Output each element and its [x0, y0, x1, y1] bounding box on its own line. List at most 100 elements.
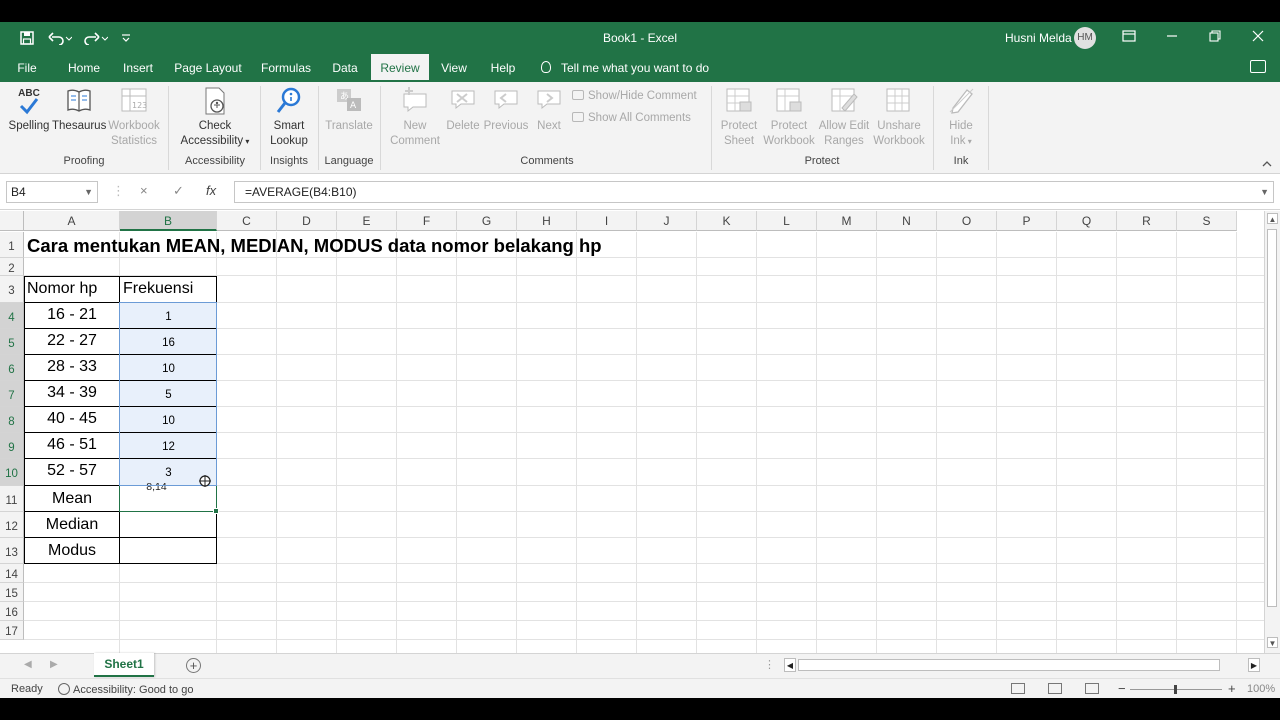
formula-input[interactable]: =AVERAGE(B4:B10) ▼: [234, 181, 1274, 203]
row-header-9[interactable]: 9: [0, 433, 24, 459]
workbook-statistics-button[interactable]: 123 Workbook Statistics: [106, 86, 162, 149]
column-header-s[interactable]: S: [1177, 211, 1237, 231]
column-header-g[interactable]: G: [457, 211, 517, 231]
show-hide-comment-button[interactable]: Show/Hide Comment: [572, 90, 697, 102]
row-header-17[interactable]: 17: [0, 621, 24, 640]
smart-lookup-button[interactable]: Smart Lookup: [264, 86, 314, 149]
hide-ink-button[interactable]: Hide Ink ▾: [940, 86, 982, 149]
page-break-view-icon[interactable]: [1085, 683, 1099, 694]
interval-cell[interactable]: 46 - 51: [24, 436, 120, 454]
prev-sheet-icon[interactable]: ◀: [24, 659, 32, 670]
previous-comment-button[interactable]: Previous: [482, 86, 530, 134]
column-header-k[interactable]: K: [697, 211, 757, 231]
stat-label-median[interactable]: Median: [24, 516, 120, 534]
add-sheet-icon[interactable]: +: [186, 658, 201, 673]
comments-pane-icon[interactable]: [1250, 60, 1266, 73]
scroll-left-icon[interactable]: ◀: [784, 658, 796, 672]
row-header-8[interactable]: 8: [0, 407, 24, 433]
user-name[interactable]: Husni Melda: [1005, 31, 1072, 45]
worksheet-grid[interactable]: A B C D E F G H I J K L M N O P Q R S 1 2 3 4 5 6 7 8 9 10 11 12 13 14 15…: [0, 211, 1264, 653]
column-header-j[interactable]: J: [637, 211, 697, 231]
scroll-down-icon[interactable]: ▼: [1267, 637, 1278, 648]
column-header-p[interactable]: P: [997, 211, 1057, 231]
check-accessibility-button[interactable]: Check Accessibility ▾: [174, 86, 256, 149]
sheet-title[interactable]: Cara mentukan MEAN, MEDIAN, MODUS data n…: [27, 235, 602, 257]
tab-home[interactable]: Home: [60, 54, 108, 82]
avatar[interactable]: HM: [1074, 27, 1096, 49]
horizontal-scrollbar[interactable]: ◀ ▶: [784, 658, 1260, 672]
interval-cell[interactable]: 40 - 45: [24, 410, 120, 428]
unshare-workbook-button[interactable]: Unshare Workbook: [872, 86, 926, 149]
cancel-icon[interactable]: ×: [140, 183, 148, 198]
column-header-q[interactable]: Q: [1057, 211, 1117, 231]
close-icon[interactable]: [1248, 28, 1268, 48]
column-header-l[interactable]: L: [757, 211, 817, 231]
enter-icon[interactable]: ✓: [173, 183, 184, 199]
column-header-b[interactable]: B: [120, 211, 217, 231]
restore-icon[interactable]: [1205, 28, 1225, 48]
column-header-r[interactable]: R: [1117, 211, 1177, 231]
row-header-5[interactable]: 5: [0, 329, 24, 355]
accessibility-status[interactable]: Accessibility: Good to go: [58, 683, 193, 696]
fill-handle[interactable]: [213, 508, 219, 514]
row-header-10[interactable]: 10: [0, 459, 24, 486]
name-box[interactable]: B4 ▼: [6, 181, 98, 203]
sheet-tab-sheet1[interactable]: Sheet1: [94, 653, 154, 677]
interval-cell[interactable]: 22 - 27: [24, 332, 120, 350]
interval-cell[interactable]: 52 - 57: [24, 462, 120, 480]
show-all-comments-button[interactable]: Show All Comments: [572, 112, 691, 124]
thesaurus-button[interactable]: Thesaurus: [52, 86, 106, 134]
column-header-n[interactable]: N: [877, 211, 937, 231]
new-comment-button[interactable]: New Comment: [386, 86, 444, 149]
collapse-ribbon-icon[interactable]: [1262, 160, 1272, 170]
row-header-11[interactable]: 11: [0, 486, 24, 512]
column-header-h[interactable]: H: [517, 211, 577, 231]
chevron-down-icon[interactable]: ▼: [84, 182, 93, 202]
delete-comment-button[interactable]: Delete: [444, 86, 482, 134]
next-comment-button[interactable]: Next: [530, 86, 568, 134]
tab-insert[interactable]: Insert: [116, 54, 160, 82]
tell-me-search[interactable]: Tell me what you want to do: [541, 54, 709, 82]
zoom-slider-knob[interactable]: [1174, 685, 1177, 694]
tab-help[interactable]: Help: [484, 54, 522, 82]
zoom-slider[interactable]: [1130, 685, 1222, 694]
scroll-up-icon[interactable]: ▲: [1267, 213, 1278, 224]
next-sheet-icon[interactable]: ▶: [50, 659, 58, 670]
row-header-6[interactable]: 6: [0, 355, 24, 381]
allow-edit-ranges-button[interactable]: Allow Edit Ranges: [816, 86, 872, 149]
zoom-out-icon[interactable]: −: [1118, 681, 1126, 696]
tab-review[interactable]: Review: [371, 54, 429, 82]
spelling-button[interactable]: ABC Spelling: [6, 86, 52, 134]
zoom-in-icon[interactable]: +: [1228, 681, 1236, 696]
row-header-13[interactable]: 13: [0, 538, 24, 564]
header-nomor-hp[interactable]: Nomor hp: [27, 280, 97, 298]
row-header-7[interactable]: 7: [0, 381, 24, 407]
column-header-a[interactable]: A: [24, 211, 120, 231]
tab-data[interactable]: Data: [326, 54, 364, 82]
column-header-d[interactable]: D: [277, 211, 337, 231]
column-header-c[interactable]: C: [217, 211, 277, 231]
vertical-scroll-thumb[interactable]: [1267, 229, 1277, 607]
translate-button[interactable]: あA Translate: [322, 86, 376, 134]
tab-page-layout[interactable]: Page Layout: [170, 54, 246, 82]
tab-file[interactable]: File: [8, 54, 46, 82]
column-header-i[interactable]: I: [577, 211, 637, 231]
page-layout-view-icon[interactable]: [1048, 683, 1062, 694]
row-header-14[interactable]: 14: [0, 564, 24, 583]
interval-cell[interactable]: 16 - 21: [24, 306, 120, 324]
protect-workbook-button[interactable]: Protect Workbook: [762, 86, 816, 149]
row-header-3[interactable]: 3: [0, 276, 24, 303]
zoom-level[interactable]: 100%: [1247, 683, 1275, 695]
row-header-1[interactable]: 1: [0, 232, 24, 258]
row-header-16[interactable]: 16: [0, 602, 24, 621]
insert-function-icon[interactable]: fx: [206, 183, 216, 198]
stat-label-mean[interactable]: Mean: [24, 490, 120, 508]
tab-split-handle-icon[interactable]: ⋮: [764, 658, 775, 671]
protect-sheet-button[interactable]: Protect Sheet: [716, 86, 762, 149]
tab-formulas[interactable]: Formulas: [256, 54, 316, 82]
row-header-12[interactable]: 12: [0, 512, 24, 538]
column-header-o[interactable]: O: [937, 211, 997, 231]
interval-cell[interactable]: 28 - 33: [24, 358, 120, 376]
row-header-2[interactable]: 2: [0, 258, 24, 276]
minimize-icon[interactable]: [1162, 28, 1182, 48]
